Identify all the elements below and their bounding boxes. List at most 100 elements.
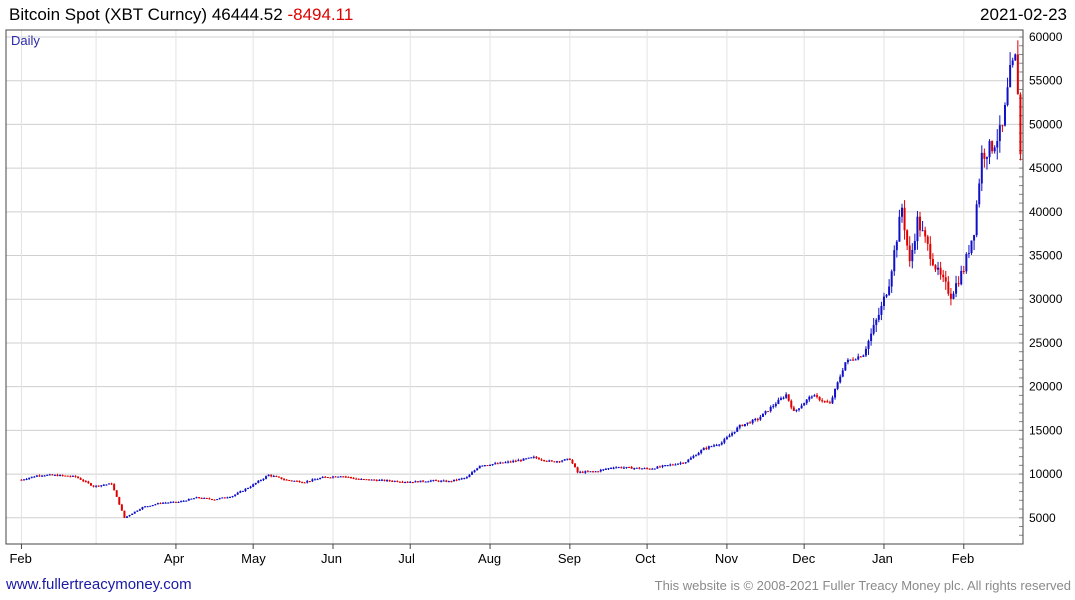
candle-body <box>862 355 865 357</box>
candle-body <box>378 480 381 482</box>
candle-body <box>568 458 571 461</box>
candle-body <box>718 444 721 446</box>
candle-body <box>769 407 772 412</box>
candle-body <box>527 457 530 459</box>
candle-body <box>331 476 334 478</box>
candle-body <box>324 476 327 478</box>
candle-body <box>823 401 826 403</box>
candle-body <box>463 478 466 480</box>
candle-body <box>195 497 198 499</box>
candle-body <box>713 445 716 447</box>
candle-body <box>687 459 690 463</box>
x-tick-label: May <box>241 551 266 566</box>
candle-body <box>144 506 147 508</box>
candle-body <box>666 465 669 467</box>
candle-body <box>398 481 401 483</box>
candle-body <box>610 468 613 470</box>
y-tick-label: 60000 <box>1029 30 1063 44</box>
candle-body <box>409 481 412 483</box>
candle-body <box>71 475 74 477</box>
candle-body <box>643 468 646 470</box>
y-tick-label: 45000 <box>1029 161 1063 175</box>
candle-body <box>803 403 806 406</box>
candle-body <box>746 422 749 424</box>
candle-body <box>563 459 566 461</box>
candle-body <box>991 141 994 152</box>
candle-body <box>360 479 363 481</box>
candle-body <box>416 481 419 483</box>
candle-body <box>872 324 875 334</box>
candle-body <box>25 479 28 481</box>
candle-body <box>458 478 461 481</box>
candle-body <box>854 359 857 361</box>
candle-body <box>705 447 708 449</box>
candle-body <box>669 464 672 466</box>
y-tick-label: 20000 <box>1029 380 1063 394</box>
candle-body <box>308 481 311 483</box>
candle-body <box>602 469 605 471</box>
candle-body <box>350 477 353 479</box>
candle-body <box>136 510 139 512</box>
candle-body <box>182 500 185 502</box>
candle-body <box>1011 60 1014 66</box>
candle-body <box>386 480 389 482</box>
candle-body <box>489 465 492 467</box>
candle-body <box>944 277 947 282</box>
candle-body <box>955 283 958 294</box>
candle-body <box>689 457 692 460</box>
candle-body <box>478 465 481 469</box>
candle-body <box>486 465 489 467</box>
candle-body <box>980 152 983 184</box>
candle-body <box>84 481 87 483</box>
candle-body <box>584 471 587 473</box>
candle-body <box>357 478 360 480</box>
candle-body <box>620 467 623 469</box>
candle-body <box>159 503 162 505</box>
candle-body <box>41 475 44 477</box>
candle-body <box>434 480 437 482</box>
candle-body <box>154 504 157 506</box>
candle-body <box>723 439 726 443</box>
candle-body <box>252 484 255 487</box>
candle-body <box>404 481 407 483</box>
candle-body <box>640 468 643 470</box>
candle-body <box>707 446 710 449</box>
candle-body <box>326 477 329 479</box>
site-link[interactable]: www.fullertreacymoney.com <box>6 576 192 593</box>
candle-body <box>988 141 991 158</box>
candle-body <box>383 479 386 481</box>
candle-body <box>548 460 551 462</box>
candle-body <box>952 293 955 299</box>
candle-body <box>247 487 250 489</box>
candle-body <box>200 498 203 500</box>
candle-body <box>373 479 376 481</box>
candle-body <box>622 467 625 469</box>
candle-body <box>283 479 286 481</box>
candle-body <box>290 480 293 482</box>
candle-body <box>23 479 26 481</box>
candle-body <box>720 442 723 445</box>
candle-body <box>133 511 136 514</box>
candle-body <box>867 340 870 349</box>
candle-body <box>754 418 757 420</box>
candle-body <box>648 468 651 470</box>
candle-body <box>185 500 188 502</box>
candle-body <box>635 467 638 469</box>
candle-body <box>334 476 337 478</box>
candle-body <box>329 477 332 479</box>
candle-body <box>128 515 131 517</box>
candle-body <box>254 482 257 485</box>
y-tick-label: 5000 <box>1029 511 1056 525</box>
candle-body <box>919 216 922 231</box>
candle-body <box>1016 54 1019 95</box>
candle-body <box>679 462 682 464</box>
candle-body <box>321 476 324 478</box>
y-tick-label: 10000 <box>1029 467 1063 481</box>
candle-body <box>180 501 183 503</box>
candle-body <box>785 394 788 398</box>
candle-body <box>545 460 548 462</box>
candle-body <box>146 506 149 508</box>
candle-body <box>916 216 919 242</box>
candle-body <box>406 481 409 483</box>
candle-body <box>241 490 244 492</box>
